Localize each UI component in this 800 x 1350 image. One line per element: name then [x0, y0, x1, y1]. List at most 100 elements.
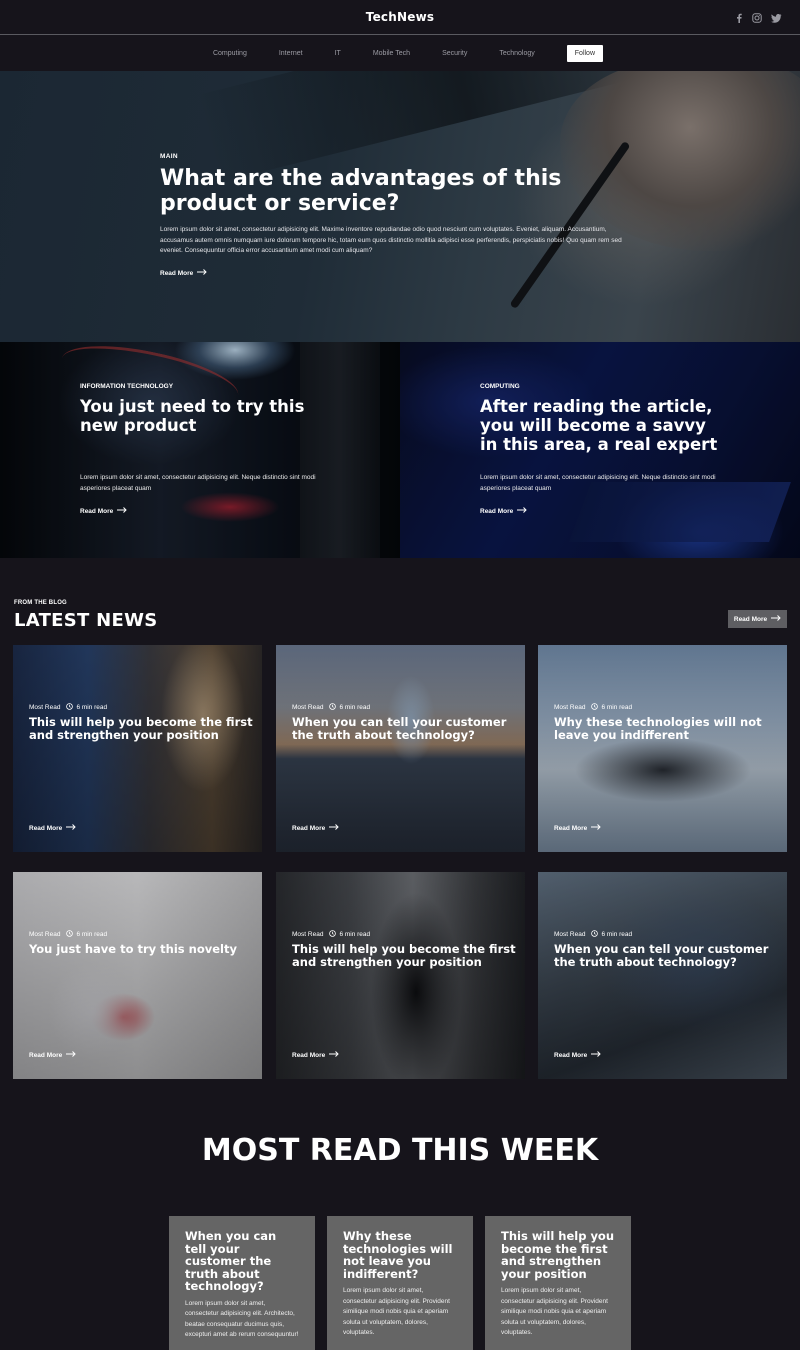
most-read-card-title[interactable]: This will help you become the first and …	[501, 1230, 615, 1280]
card-title[interactable]: When you can tell your customer the trut…	[554, 943, 779, 968]
hero-banner: MAIN What are the advantages of this pro…	[0, 71, 800, 342]
section-title: LATEST NEWS	[14, 610, 158, 631]
arrow-right-icon	[771, 615, 781, 623]
card-meta: Most Read 6 min read	[292, 703, 370, 712]
most-read-card-excerpt: Lorem ipsum dolor sit amet, consectetur …	[185, 1299, 299, 1339]
arrow-right-icon	[197, 269, 207, 277]
social-links	[735, 13, 782, 23]
facebook-icon[interactable]	[735, 13, 743, 23]
news-card[interactable]: Most Read 6 min read This will help you …	[276, 872, 525, 1079]
feature-read-more-link[interactable]: Read More	[80, 507, 127, 515]
card-read-time: 6 min read	[76, 704, 108, 711]
feature-title[interactable]: You just need to try this new product	[80, 397, 320, 435]
read-more-label: Read More	[80, 507, 114, 515]
most-read-card[interactable]: When you can tell your customer the trut…	[169, 1216, 315, 1350]
read-more-label: Read More	[733, 615, 768, 623]
clock-icon	[66, 930, 74, 939]
news-card[interactable]: Most Read 6 min read You just have to tr…	[13, 872, 262, 1079]
read-more-label: Read More	[554, 1051, 588, 1059]
most-read-card-excerpt: Lorem ipsum dolor sit amet, consectetur …	[501, 1287, 608, 1336]
most-read-card[interactable]: Why these technologies will not leave yo…	[327, 1216, 473, 1350]
feature-category-label: INFORMATION TECHNOLOGY	[80, 383, 174, 390]
card-title[interactable]: You just have to try this novelty	[29, 943, 254, 956]
latest-news-read-more-button[interactable]: Read More	[728, 610, 787, 628]
nav-item-security[interactable]: Security	[426, 50, 483, 57]
arrow-right-icon	[517, 507, 527, 515]
site-logo[interactable]: TechNews	[0, 10, 800, 24]
hero-category-label: MAIN	[160, 153, 178, 160]
card-meta: Most Read 6 min read	[554, 703, 632, 712]
arrow-right-icon	[329, 1051, 339, 1059]
follow-button[interactable]: Follow	[566, 45, 604, 62]
card-read-more-link[interactable]: Read More	[554, 1051, 601, 1059]
most-read-title: MOST READ THIS WEEK	[201, 1133, 599, 1168]
hero-read-more-link[interactable]: Read More	[160, 269, 207, 277]
feature-category-label: COMPUTING	[480, 383, 520, 390]
most-read-card-title[interactable]: Why these technologies will not leave yo…	[343, 1230, 457, 1280]
card-read-time: 6 min read	[339, 931, 371, 938]
card-category: Most Read	[292, 704, 324, 711]
read-more-label: Read More	[29, 824, 63, 832]
card-read-time: 6 min read	[601, 931, 633, 938]
clock-icon	[329, 930, 337, 939]
card-title[interactable]: When you can tell your customer the trut…	[292, 716, 517, 741]
clock-icon	[591, 930, 599, 939]
card-read-more-link[interactable]: Read More	[29, 824, 76, 832]
card-read-more-link[interactable]: Read More	[292, 824, 339, 832]
card-read-more-link[interactable]: Read More	[554, 824, 601, 832]
feature-title[interactable]: After reading the article, you will beco…	[480, 397, 720, 454]
nav-item-it[interactable]: IT	[319, 50, 357, 57]
arrow-right-icon	[591, 1051, 601, 1059]
card-title[interactable]: Why these technologies will not leave yo…	[554, 716, 779, 741]
nav-item-mobile-tech[interactable]: Mobile Tech	[357, 50, 426, 57]
card-read-more-link[interactable]: Read More	[292, 1051, 339, 1059]
card-meta: Most Read 6 min read	[292, 930, 370, 939]
instagram-icon[interactable]	[752, 13, 762, 23]
arrow-right-icon	[66, 1051, 76, 1059]
nav-item-technology[interactable]: Technology	[483, 50, 550, 57]
section-eyebrow: FROM THE BLOG	[14, 600, 67, 606]
card-read-time: 6 min read	[76, 931, 108, 938]
most-read-card-title[interactable]: When you can tell your customer the trut…	[185, 1230, 299, 1293]
clock-icon	[591, 703, 599, 712]
twitter-icon[interactable]	[771, 13, 782, 23]
news-card[interactable]: Most Read 6 min read When you can tell y…	[538, 872, 787, 1079]
card-read-more-link[interactable]: Read More	[29, 1051, 76, 1059]
news-card[interactable]: Most Read 6 min read This will help you …	[13, 645, 262, 852]
news-card[interactable]: Most Read 6 min read When you can tell y…	[276, 645, 525, 852]
card-category: Most Read	[29, 704, 61, 711]
arrow-right-icon	[591, 824, 601, 832]
feature-excerpt: Lorem ipsum dolor sit amet, consectetur …	[80, 474, 316, 492]
read-more-label: Read More	[160, 269, 194, 277]
top-bar: TechNews	[0, 0, 800, 35]
feature-card-computing[interactable]: COMPUTING After reading the article, you…	[400, 342, 800, 558]
card-meta: Most Read 6 min read	[554, 930, 632, 939]
arrow-right-icon	[66, 824, 76, 832]
category-nav: Computing Internet IT Mobile Tech Securi…	[0, 36, 800, 71]
clock-icon	[329, 703, 337, 712]
hero-title[interactable]: What are the advantages of this product …	[160, 166, 650, 216]
card-category: Most Read	[29, 931, 61, 938]
card-read-time: 6 min read	[339, 704, 371, 711]
news-card[interactable]: Most Read 6 min read Why these technolog…	[538, 645, 787, 852]
most-read-card[interactable]: This will help you become the first and …	[485, 1216, 631, 1350]
arrow-right-icon	[329, 824, 339, 832]
hero-image-hand	[560, 71, 800, 251]
read-more-label: Read More	[292, 824, 326, 832]
most-read-card-excerpt: Lorem ipsum dolor sit amet, consectetur …	[343, 1287, 450, 1336]
feature-read-more-link[interactable]: Read More	[480, 507, 527, 515]
nav-item-internet[interactable]: Internet	[263, 50, 319, 57]
feature-card-information-technology[interactable]: INFORMATION TECHNOLOGY You just need to …	[0, 342, 400, 558]
feature-excerpt: Lorem ipsum dolor sit amet, consectetur …	[480, 474, 716, 492]
read-more-label: Read More	[29, 1051, 63, 1059]
nav-item-computing[interactable]: Computing	[197, 50, 263, 57]
card-title[interactable]: This will help you become the first and …	[29, 716, 254, 741]
clock-icon	[66, 703, 74, 712]
card-meta: Most Read 6 min read	[29, 930, 107, 939]
read-more-label: Read More	[292, 1051, 326, 1059]
read-more-label: Read More	[480, 507, 514, 515]
read-more-label: Read More	[554, 824, 588, 832]
card-category: Most Read	[292, 931, 324, 938]
card-category: Most Read	[554, 704, 586, 711]
card-title[interactable]: This will help you become the first and …	[292, 943, 517, 968]
